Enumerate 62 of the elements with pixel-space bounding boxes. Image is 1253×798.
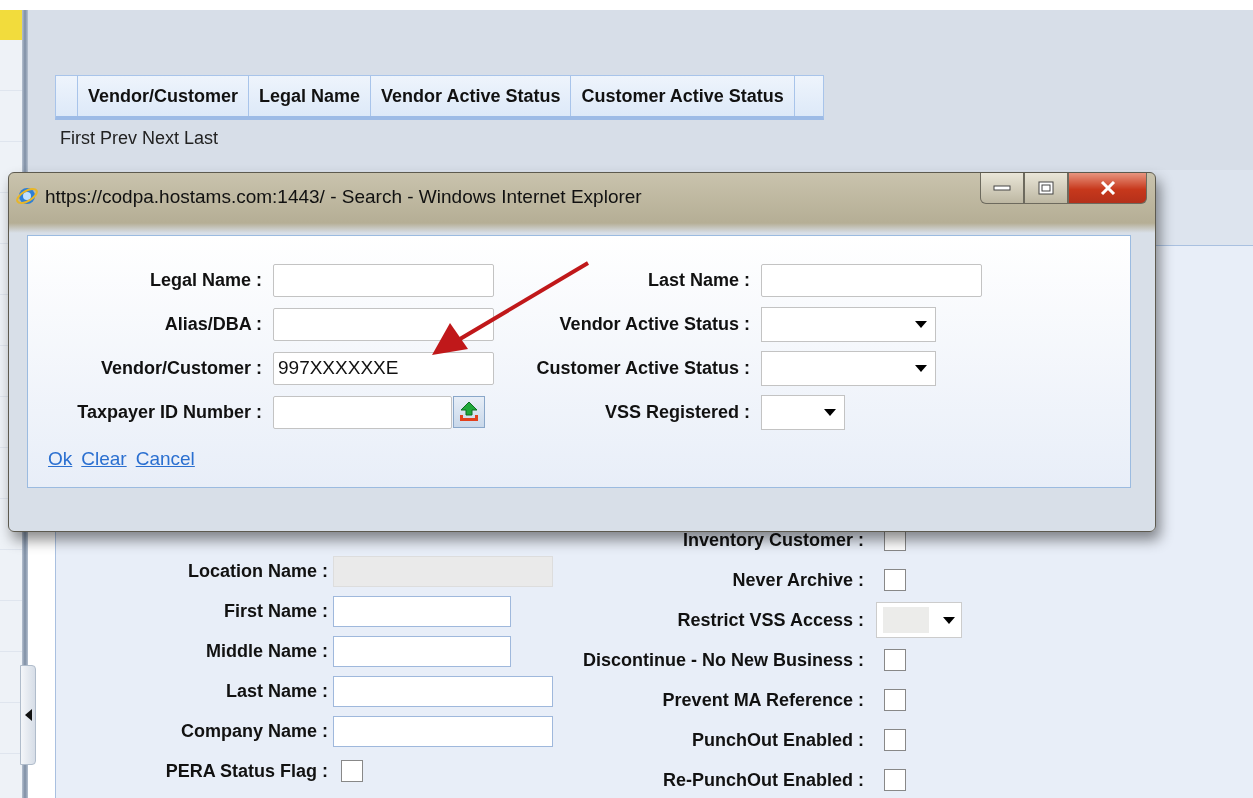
- maximize-button[interactable]: [1024, 173, 1068, 204]
- field-label: Prevent MA Reference :: [661, 689, 864, 711]
- text-field[interactable]: [333, 635, 511, 667]
- window-title: https://codpa.hostams.com:1443/ - Search - Windows Internet Explorer: [45, 186, 642, 206]
- checkbox[interactable]: [884, 649, 906, 671]
- checkbox[interactable]: [884, 569, 906, 591]
- field-label: PERA Status Flag :: [164, 760, 328, 782]
- field-label: Never Archive :: [731, 569, 864, 591]
- text-field[interactable]: [333, 715, 553, 747]
- field-label: First Name :: [222, 600, 328, 622]
- pager-link[interactable]: First: [60, 128, 95, 149]
- dialog-link[interactable]: Ok: [48, 448, 73, 470]
- text-field[interactable]: 997XXXXXXE: [273, 351, 494, 385]
- caret-icon: [24, 709, 32, 721]
- field-label: Alias/DBA :: [163, 313, 262, 335]
- field-label: Legal Name :: [148, 269, 262, 291]
- text-field[interactable]: [333, 595, 511, 627]
- text-field[interactable]: [273, 263, 494, 297]
- text-field[interactable]: [273, 307, 494, 341]
- field-label: Taxpayer ID Number :: [76, 401, 262, 423]
- field-label: Last Name :: [646, 269, 750, 291]
- dropdown-caret-icon: [915, 364, 927, 372]
- text-field[interactable]: [273, 395, 452, 429]
- column-header[interactable]: Vendor/Customer: [78, 76, 250, 116]
- pager-link[interactable]: Prev: [100, 128, 137, 149]
- checkbox[interactable]: [884, 769, 906, 791]
- collapse-handle[interactable]: [20, 665, 36, 765]
- close-button[interactable]: [1068, 173, 1147, 204]
- field-label: Vendor Active Status :: [558, 313, 750, 335]
- maximize-icon: [1038, 181, 1054, 195]
- text-field[interactable]: [761, 263, 982, 297]
- field-label: Last Name :: [224, 680, 328, 702]
- dropdown-caret-icon: [824, 408, 836, 416]
- field-label: Middle Name :: [204, 640, 328, 662]
- column-header[interactable]: Customer Active Status: [571, 76, 795, 116]
- pager-link[interactable]: Next: [142, 128, 180, 149]
- field-label: Company Name :: [179, 720, 328, 742]
- field-label: Inventory Customer :: [681, 529, 864, 551]
- field-label: PunchOut Enabled :: [691, 729, 864, 751]
- upload-button[interactable]: [453, 396, 485, 428]
- column-header[interactable]: Legal Name: [249, 76, 372, 116]
- checkbox[interactable]: [884, 729, 906, 751]
- field-label: Discontinue - No New Business :: [581, 649, 864, 671]
- field-label: Restrict VSS Access :: [676, 609, 864, 631]
- upload-icon: [458, 401, 480, 423]
- minimize-icon: [993, 185, 1011, 191]
- field-label: Location Name :: [186, 560, 328, 582]
- minimize-button[interactable]: [980, 173, 1024, 204]
- checkbox[interactable]: [341, 760, 363, 782]
- field-label: Customer Active Status :: [535, 357, 750, 379]
- dialog-link[interactable]: Cancel: [135, 448, 195, 470]
- text-field[interactable]: [333, 675, 553, 707]
- field-label: Vendor/Customer :: [99, 357, 262, 379]
- close-icon: [1098, 181, 1117, 195]
- checkbox[interactable]: [884, 689, 906, 711]
- field-label: VSS Registered :: [603, 401, 750, 423]
- pager-link[interactable]: Last: [184, 128, 219, 149]
- column-header[interactable]: Vendor Active Status: [371, 76, 572, 116]
- field-label: Re-PunchOut Enabled :: [662, 769, 864, 791]
- dropdown-caret-icon: [915, 320, 927, 328]
- dropdown-caret-icon: [943, 616, 955, 624]
- dialog-link[interactable]: Clear: [81, 448, 127, 470]
